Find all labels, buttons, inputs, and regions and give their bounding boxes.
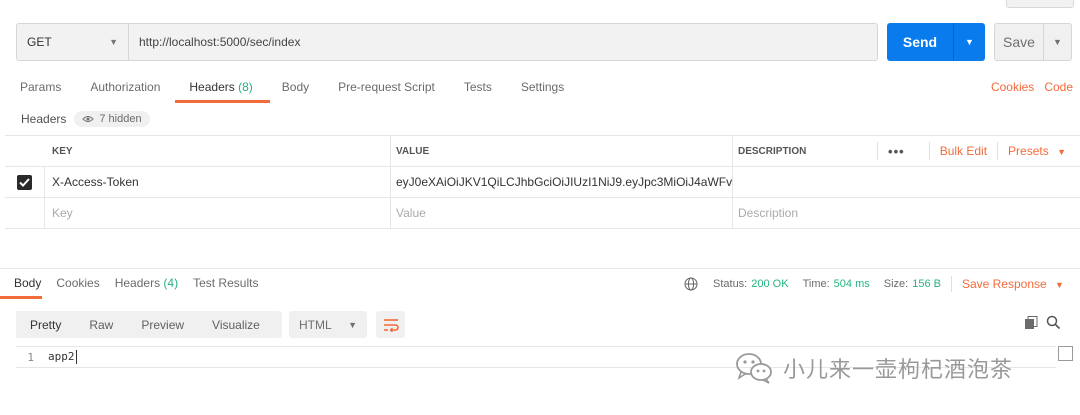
method-select[interactable]: GET ▼	[17, 24, 129, 60]
format-preview[interactable]: Preview	[127, 311, 198, 338]
new-key-input[interactable]: Key	[45, 198, 391, 228]
request-tabs: Params Authorization Headers (8) Body Pr…	[20, 80, 593, 103]
format-visualize[interactable]: Visualize	[198, 311, 274, 338]
tab-headers-count: (8)	[238, 80, 253, 94]
url-input[interactable]: http://localhost:5000/sec/index	[129, 35, 300, 49]
table-header-row: KEY VALUE DESCRIPTION ••• Bulk Edit Pres…	[5, 136, 1080, 167]
language-label: HTML	[299, 317, 332, 332]
tab-response-headers-label: Headers	[114, 276, 161, 290]
header-value-cell[interactable]: eyJ0eXAiOiJKV1QiLCJhbGciOiJIUzI1NiJ9.eyJ…	[391, 167, 733, 197]
wrap-lines-icon	[383, 318, 399, 332]
column-description: DESCRIPTION	[738, 145, 807, 157]
line-number: 1	[27, 350, 34, 364]
header-description-cell[interactable]	[733, 167, 1080, 197]
column-key: KEY	[45, 136, 391, 166]
table-row-new: Key Value Description	[5, 198, 1080, 229]
save-label: Save	[1003, 34, 1035, 50]
tab-headers[interactable]: Headers (8)	[175, 80, 271, 103]
chevron-down-icon: ▼	[1055, 280, 1064, 290]
time-label: Time:	[802, 278, 830, 290]
chevron-down-icon: ▼	[109, 37, 118, 47]
size-value: 156 B	[912, 278, 941, 290]
tab-test-results[interactable]: Test Results	[193, 276, 258, 298]
watermark-text: 小儿来一壶枸杞酒泡茶	[783, 358, 1014, 383]
headers-title: Headers	[21, 112, 67, 126]
tab-response-headers[interactable]: Headers (4)	[115, 276, 178, 298]
send-label: Send	[902, 34, 938, 50]
tab-tests[interactable]: Tests	[464, 80, 492, 102]
language-select[interactable]: HTML ▼	[289, 311, 367, 338]
status-value: 200 OK	[751, 278, 789, 290]
header-key-cell[interactable]: X-Access-Token	[45, 167, 391, 197]
size-label: Size:	[883, 278, 909, 290]
hidden-headers-toggle[interactable]: 7 hidden	[74, 111, 150, 127]
globe-icon[interactable]	[684, 277, 698, 291]
save-button[interactable]: Save ▼	[994, 23, 1072, 61]
cookies-link[interactable]: Cookies	[991, 80, 1034, 94]
request-right-links: Cookies Code	[981, 80, 1073, 94]
format-pretty[interactable]: Pretty	[16, 311, 76, 338]
send-dropdown-chevron-icon[interactable]: ▼	[954, 23, 985, 61]
scrollbar-corner[interactable]	[1058, 346, 1073, 361]
tab-response-cookies[interactable]: Cookies	[56, 276, 99, 298]
check-icon	[19, 177, 30, 187]
presets-dropdown[interactable]: Presets ▼	[1008, 144, 1066, 158]
text-cursor	[75, 350, 77, 364]
tab-prerequest-script[interactable]: Pre-request Script	[338, 80, 435, 102]
send-button[interactable]: Send ▼	[887, 23, 985, 61]
response-tabs: Body Cookies Headers (4) Test Results	[0, 276, 273, 299]
tab-response-body[interactable]: Body	[0, 276, 43, 299]
tab-headers-label: Headers	[189, 80, 235, 94]
code-line: app2	[48, 350, 77, 364]
header-enabled-checkbox[interactable]	[17, 174, 32, 190]
response-status: Status: 200 OK Time: 504 ms Size: 156 B …	[684, 276, 1064, 292]
wrap-lines-button[interactable]	[376, 311, 405, 338]
wechat-icon	[736, 353, 772, 384]
format-raw[interactable]: Raw	[75, 311, 127, 338]
bulk-edit-link[interactable]: Bulk Edit	[940, 144, 987, 158]
eye-icon	[82, 116, 95, 122]
tab-response-headers-count: (4)	[163, 276, 179, 290]
tab-settings[interactable]: Settings	[521, 80, 564, 102]
hidden-headers-label: 7 hidden	[99, 113, 142, 125]
method-label: GET	[27, 35, 52, 49]
watermark: 小儿来一壶枸杞酒泡茶	[735, 352, 1013, 384]
table-actions: ••• Bulk Edit Presets ▼	[877, 142, 1066, 160]
save-response-button[interactable]: Save Response ▼	[962, 277, 1064, 291]
tab-authorization[interactable]: Authorization	[90, 80, 160, 102]
format-toolbar: Pretty Raw Preview Visualize	[16, 311, 282, 338]
column-value: VALUE	[391, 136, 733, 166]
table-row: X-Access-Token eyJ0eXAiOiJKV1QiLCJhbGciO…	[5, 167, 1080, 198]
code-link[interactable]: Code	[1044, 80, 1073, 94]
time-value: 504 ms	[833, 278, 870, 290]
more-options-icon[interactable]: •••	[888, 144, 905, 159]
save-response-label: Save Response	[961, 277, 1047, 291]
search-icon[interactable]	[1046, 315, 1061, 333]
status-label: Status:	[713, 278, 748, 290]
new-value-input[interactable]: Value	[391, 198, 733, 228]
top-corner-control[interactable]	[1006, 0, 1074, 8]
tab-body[interactable]: Body	[282, 80, 309, 102]
section-divider	[0, 268, 1080, 269]
chevron-down-icon: ▼	[348, 319, 357, 330]
headers-subheader: Headers 7 hidden	[21, 111, 150, 127]
presets-label: Presets	[1008, 144, 1049, 158]
new-description-input[interactable]: Description	[733, 198, 1080, 228]
tab-params[interactable]: Params	[20, 80, 61, 102]
chevron-down-icon: ▼	[1057, 147, 1066, 157]
save-dropdown-chevron-icon[interactable]: ▼	[1044, 24, 1071, 60]
headers-table: KEY VALUE DESCRIPTION ••• Bulk Edit Pres…	[5, 135, 1080, 229]
request-bar: GET ▼ http://localhost:5000/sec/index	[16, 23, 878, 61]
copy-icon[interactable]	[1024, 316, 1038, 333]
code-text: app2	[48, 350, 75, 363]
